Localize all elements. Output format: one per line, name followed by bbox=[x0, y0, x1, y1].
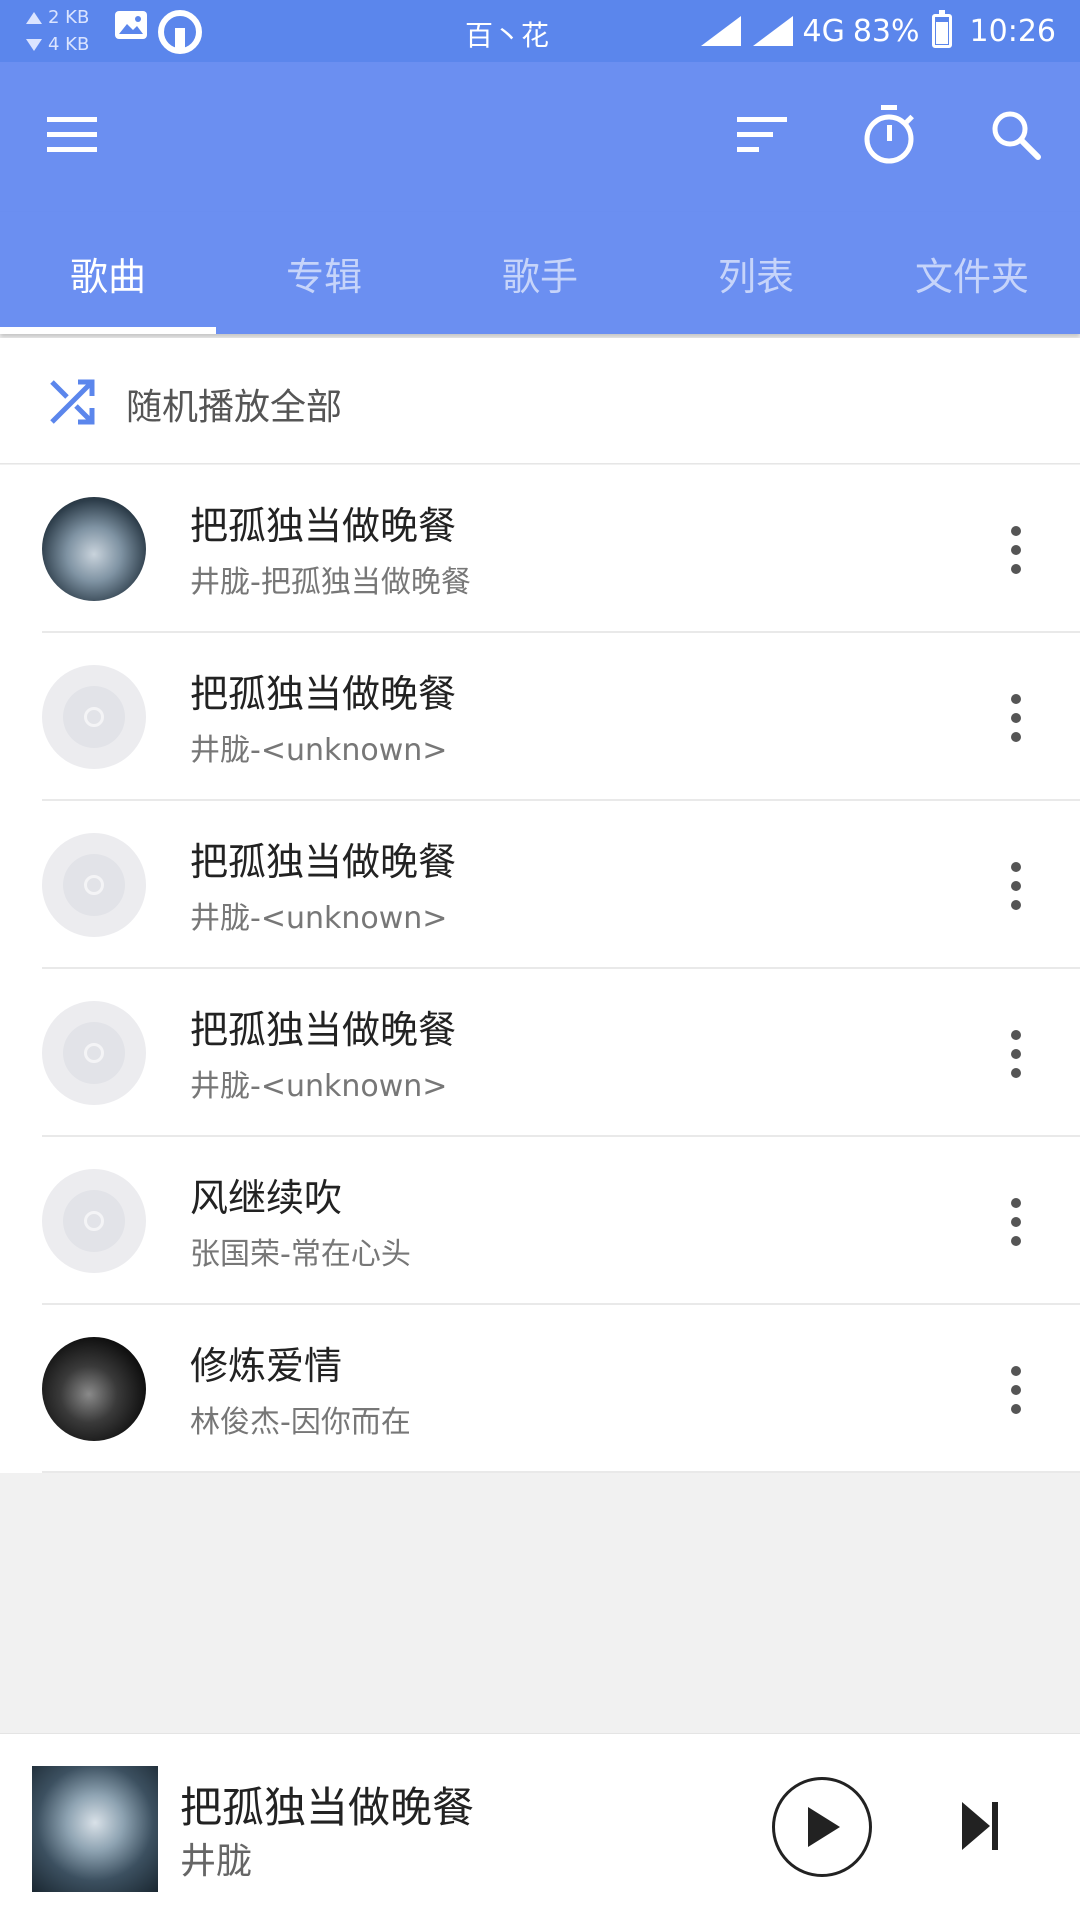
sleep-timer-button[interactable] bbox=[853, 99, 925, 171]
song-subtitle: 井胧-把孤独当做晚餐 bbox=[190, 565, 471, 600]
tab-playlists[interactable]: 列表 bbox=[648, 212, 864, 334]
more-options-button[interactable] bbox=[992, 683, 1040, 753]
signal-icon bbox=[700, 16, 741, 46]
more-options-button[interactable] bbox=[992, 1187, 1040, 1257]
more-options-button[interactable] bbox=[992, 1019, 1040, 1089]
shuffle-all-button[interactable]: 随机播放全部 bbox=[0, 338, 1080, 464]
song-title: 把孤独当做晚餐 bbox=[190, 840, 457, 884]
song-list: 把孤独当做晚餐 井胧-把孤独当做晚餐 把孤独当做晚餐 井胧-<unknown> … bbox=[0, 465, 1080, 1473]
next-button[interactable] bbox=[950, 1796, 1010, 1856]
play-icon bbox=[808, 1807, 840, 1847]
sort-button[interactable] bbox=[726, 99, 798, 171]
battery-icon bbox=[931, 10, 952, 48]
album-placeholder-icon bbox=[42, 1001, 146, 1105]
now-playing-cover bbox=[32, 1766, 158, 1892]
signal-icon-2 bbox=[752, 16, 793, 46]
skip-next-icon bbox=[962, 1802, 998, 1850]
network-speed: 2 KB 4 KB bbox=[26, 4, 89, 58]
album-cover bbox=[42, 497, 146, 601]
more-options-button[interactable] bbox=[992, 851, 1040, 921]
battery-percent: 83% bbox=[852, 13, 920, 49]
speed-up: 2 KB bbox=[48, 7, 90, 28]
album-cover bbox=[42, 1337, 146, 1441]
more-options-button[interactable] bbox=[992, 515, 1040, 585]
download-arrow-icon bbox=[26, 38, 42, 51]
tab-bar: 歌曲 专辑 歌手 列表 文件夹 bbox=[0, 212, 1080, 334]
tab-artists[interactable]: 歌手 bbox=[432, 212, 648, 334]
clock: 10:26 bbox=[969, 13, 1056, 49]
now-playing-artist: 井胧 bbox=[180, 1841, 253, 1882]
song-subtitle: 林俊杰-因你而在 bbox=[190, 1405, 411, 1440]
gallery-icon bbox=[115, 11, 147, 39]
shuffle-icon bbox=[50, 379, 95, 425]
tab-albums[interactable]: 专辑 bbox=[216, 212, 432, 334]
speed-down: 4 KB bbox=[48, 34, 90, 55]
search-button[interactable] bbox=[980, 99, 1052, 171]
status-bar: 2 KB 4 KB 百丶花 4G 83% 10:26 bbox=[0, 0, 1080, 62]
song-item[interactable]: 风继续吹 张国荣-常在心头 bbox=[0, 1137, 1080, 1305]
shuffle-all-label: 随机播放全部 bbox=[126, 387, 343, 428]
network-type: 4G bbox=[802, 13, 845, 49]
now-playing-title: 把孤独当做晚餐 bbox=[180, 1783, 475, 1832]
more-options-button[interactable] bbox=[992, 1355, 1040, 1425]
song-title: 把孤独当做晚餐 bbox=[190, 1008, 457, 1052]
song-subtitle: 井胧-<unknown> bbox=[190, 733, 448, 768]
album-placeholder-icon bbox=[42, 665, 146, 769]
menu-button[interactable] bbox=[36, 99, 108, 171]
status-center-text: 百丶花 bbox=[465, 19, 550, 52]
song-title: 风继续吹 bbox=[190, 1176, 343, 1220]
song-item[interactable]: 把孤独当做晚餐 井胧-<unknown> bbox=[0, 969, 1080, 1137]
tab-folders[interactable]: 文件夹 bbox=[864, 212, 1080, 334]
song-title: 把孤独当做晚餐 bbox=[190, 504, 457, 548]
timer-icon bbox=[864, 105, 914, 164]
play-button[interactable] bbox=[772, 1777, 872, 1877]
search-icon bbox=[992, 111, 1041, 160]
status-right: 4G 83% 10:26 bbox=[699, 8, 1056, 54]
song-item[interactable]: 把孤独当做晚餐 井胧-<unknown> bbox=[0, 801, 1080, 969]
song-subtitle: 井胧-<unknown> bbox=[190, 1069, 448, 1104]
album-placeholder-icon bbox=[42, 1169, 146, 1273]
upload-arrow-icon bbox=[26, 11, 42, 24]
album-placeholder-icon bbox=[42, 833, 146, 937]
song-item[interactable]: 修炼爱情 林俊杰-因你而在 bbox=[0, 1305, 1080, 1473]
app-toolbar bbox=[0, 62, 1080, 212]
sort-icon bbox=[737, 117, 787, 152]
song-subtitle: 张国荣-常在心头 bbox=[190, 1237, 411, 1272]
song-title: 修炼爱情 bbox=[190, 1344, 343, 1388]
menu-icon bbox=[47, 117, 97, 152]
tab-songs[interactable]: 歌曲 bbox=[0, 212, 216, 334]
song-subtitle: 井胧-<unknown> bbox=[190, 901, 448, 936]
song-item[interactable]: 把孤独当做晚餐 井胧-把孤独当做晚餐 bbox=[0, 465, 1080, 633]
mini-player[interactable]: 把孤独当做晚餐 井胧 bbox=[0, 1733, 1080, 1920]
song-item[interactable]: 把孤独当做晚餐 井胧-<unknown> bbox=[0, 633, 1080, 801]
app-notification-icon bbox=[158, 10, 202, 54]
song-title: 把孤独当做晚餐 bbox=[190, 672, 457, 716]
